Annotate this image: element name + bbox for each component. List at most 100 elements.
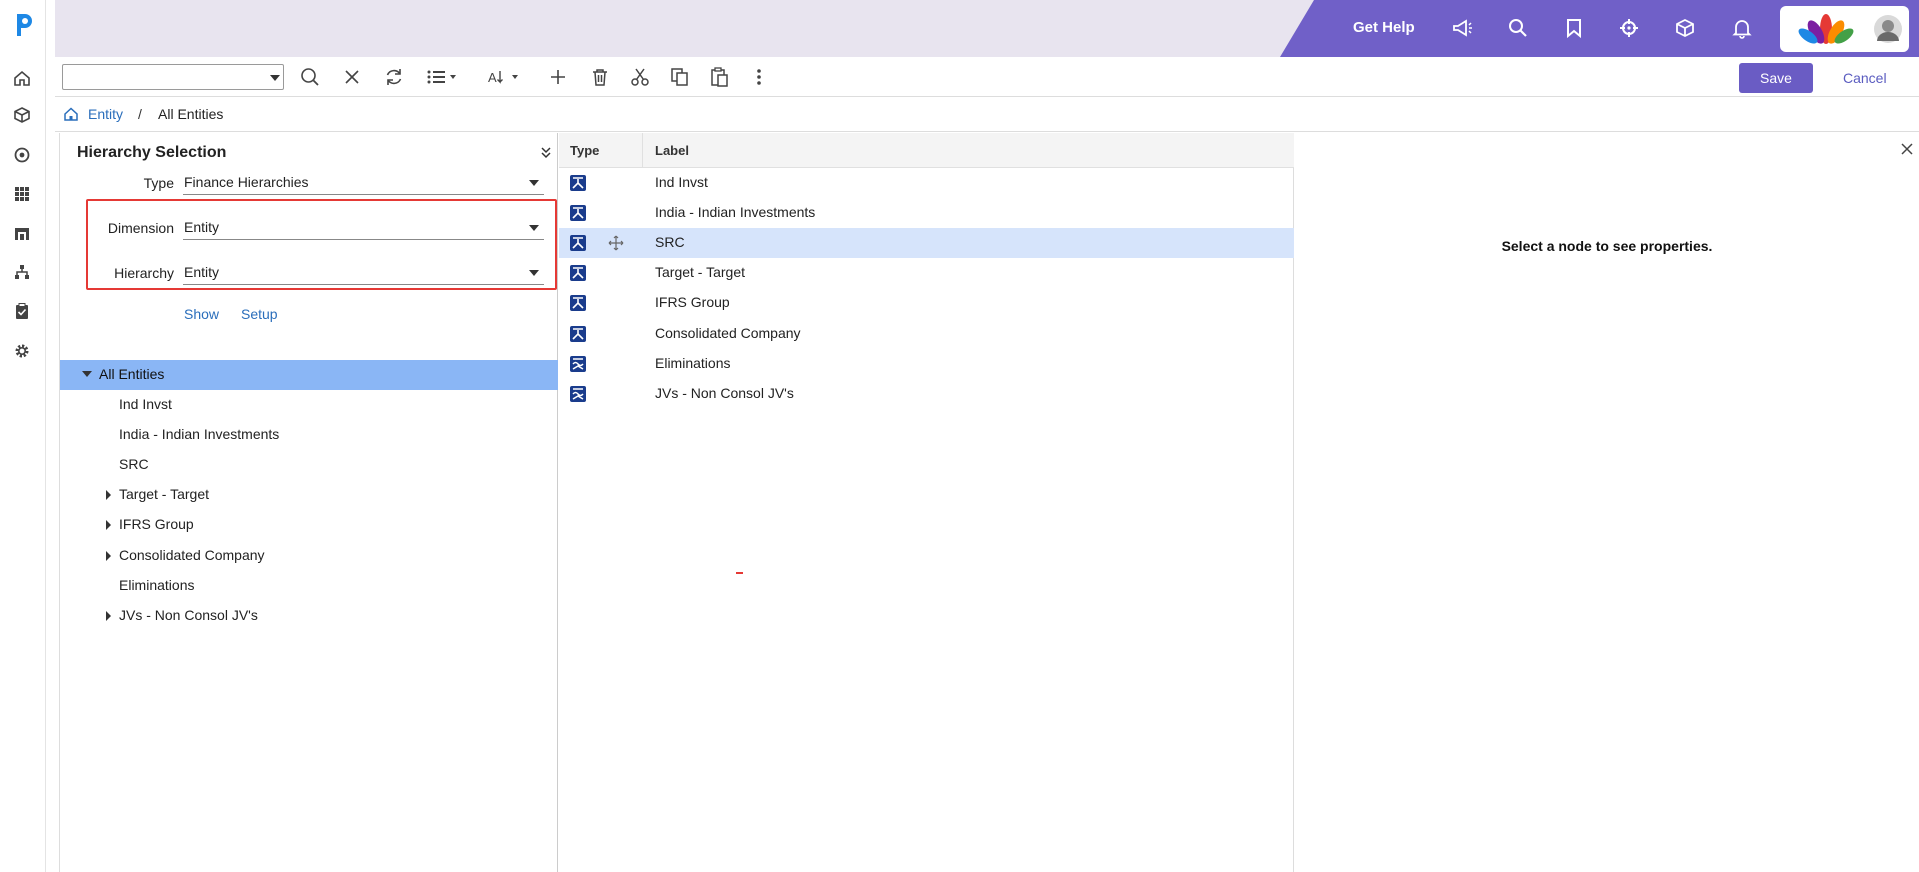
entity-type-icon [570,175,586,191]
setup-link[interactable]: Setup [241,306,278,322]
table-row[interactable]: Consolidated Company [559,319,1294,349]
tree-root-label: All Entities [99,366,165,382]
more-options-icon[interactable] [753,66,765,88]
properties-panel: Select a node to see properties. [1295,133,1919,872]
type-label: Type [143,175,174,191]
hierarchy-selection-panel: Hierarchy Selection Type Finance Hierarc… [59,133,558,872]
app-logo[interactable] [13,10,35,40]
cut-icon[interactable] [629,66,651,88]
megaphone-icon[interactable] [1451,17,1473,39]
row-label: Ind Invst [655,174,708,190]
table-row[interactable]: JVs - Non Consol JV's [559,379,1294,409]
grid-header: Type Label [559,133,1294,168]
caret-right-icon[interactable] [106,551,111,561]
row-label: JVs - Non Consol JV's [655,385,794,401]
close-icon[interactable] [1901,143,1913,155]
properties-empty-message: Select a node to see properties. [1501,238,1713,254]
clipboard-icon[interactable] [13,302,31,320]
dimension-select[interactable]: Entity [183,216,544,240]
cube-icon[interactable] [1674,17,1696,39]
cube-icon[interactable] [13,106,31,124]
building-icon[interactable] [13,224,31,242]
table-row[interactable]: Ind Invst [559,168,1294,198]
target-icon[interactable] [13,146,31,164]
entity-type-icon [570,326,586,342]
chevron-down-icon [529,225,539,231]
entity-type-icon [570,205,586,221]
row-label: IFRS Group [655,294,730,310]
column-header-type[interactable]: Type [570,143,599,158]
gear-icon[interactable] [13,342,31,360]
tree-node[interactable]: JVs - Non Consol JV's [119,607,258,623]
home-icon[interactable] [13,69,31,87]
left-rail [0,0,46,872]
caret-right-icon[interactable] [106,611,111,621]
dimension-select-value: Entity [184,219,220,235]
table-row[interactable]: Eliminations [559,349,1294,379]
row-label: Consolidated Company [655,325,801,341]
search-icon[interactable] [1507,17,1529,39]
breadcrumb-current: All Entities [158,106,224,122]
hierarchy-label: Hierarchy [114,265,174,281]
delete-icon[interactable] [589,66,611,88]
cancel-button[interactable]: Cancel [1843,70,1887,86]
tree-node[interactable]: India - Indian Investments [119,426,279,442]
tree-root-all-entities[interactable]: All Entities [60,360,558,390]
chevron-down-icon [270,75,280,81]
bookmark-icon[interactable] [1563,17,1585,39]
column-divider[interactable] [642,133,643,168]
table-row[interactable]: India - Indian Investments [559,198,1294,228]
elimination-type-icon [570,356,586,372]
tree-node[interactable]: SRC [119,456,149,472]
type-select[interactable]: Finance Hierarchies [183,171,544,195]
bell-icon[interactable] [1731,17,1753,39]
search-icon[interactable] [299,66,321,88]
cursor-mark [736,572,743,574]
row-label: Eliminations [655,355,731,371]
refresh-icon[interactable] [383,66,405,88]
caret-down-icon[interactable] [82,371,92,377]
clear-icon[interactable] [341,66,363,88]
row-label: India - Indian Investments [655,204,816,220]
show-link[interactable]: Show [184,306,219,322]
crosshair-icon[interactable] [1618,17,1640,39]
hierarchy-select[interactable]: Entity [183,261,544,285]
tree-node[interactable]: Consolidated Company [119,547,265,563]
table-row[interactable]: IFRS Group [559,288,1294,318]
toolbar-select[interactable] [62,64,284,90]
caret-right-icon[interactable] [106,490,111,500]
list-view-icon[interactable] [425,66,465,88]
tree-node[interactable]: Ind Invst [119,396,172,412]
get-help-link[interactable]: Get Help [1353,19,1415,36]
home-icon[interactable] [63,106,79,122]
move-handle-icon[interactable] [608,235,624,251]
chevron-down-icon [529,270,539,276]
chevron-down-icon [529,180,539,186]
grid-icon[interactable] [13,185,31,203]
row-label: Target - Target [655,264,746,280]
entity-type-icon [570,235,586,251]
profile-area[interactable] [1780,6,1909,52]
row-label: SRC [655,234,685,250]
type-select-value: Finance Hierarchies [184,174,309,190]
tree-node[interactable]: IFRS Group [119,516,194,532]
copy-icon[interactable] [669,66,691,88]
dimension-label: Dimension [107,220,174,236]
breadcrumb: Entity / All Entities [55,98,1919,132]
tree-node[interactable]: Target - Target [119,486,209,502]
paste-icon[interactable] [709,66,731,88]
table-row-selected[interactable]: SRC [559,228,1294,258]
avatar[interactable] [1873,14,1903,44]
panel-title: Hierarchy Selection [77,144,227,161]
column-header-label[interactable]: Label [655,143,689,158]
hierarchy-icon[interactable] [13,263,31,281]
entity-type-icon [570,265,586,281]
tree-node[interactable]: Eliminations [119,577,194,593]
caret-right-icon[interactable] [106,520,111,530]
breadcrumb-entity-link[interactable]: Entity [88,106,123,122]
collapse-icon[interactable] [540,146,552,160]
save-button[interactable]: Save [1739,63,1813,93]
add-icon[interactable] [547,66,569,88]
table-row[interactable]: Target - Target [559,258,1294,288]
sort-icon[interactable]: A [486,66,526,88]
